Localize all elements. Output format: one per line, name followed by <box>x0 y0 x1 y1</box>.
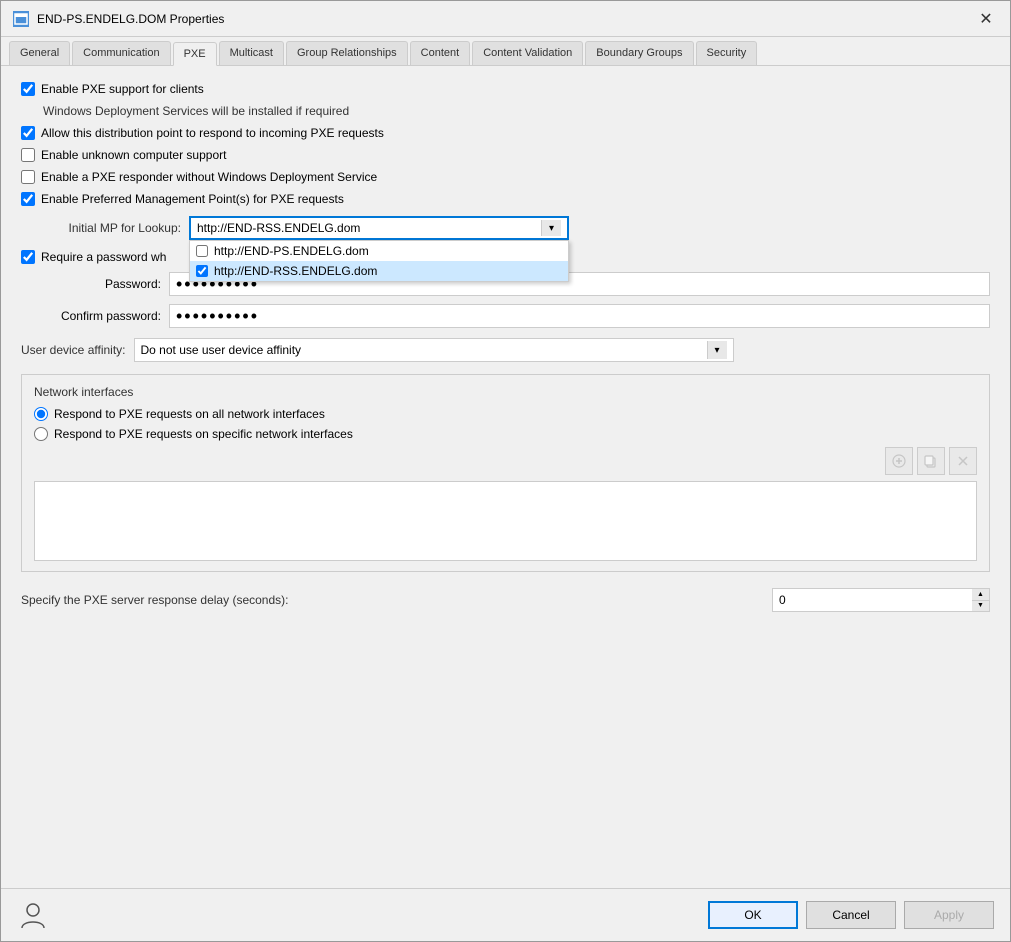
enable-responder-label: Enable a PXE responder without Windows D… <box>41 170 377 184</box>
dropdown-item-1-checkbox[interactable] <box>196 265 208 277</box>
user-affinity-dropdown[interactable]: Do not use user device affinity ▾ <box>134 338 734 362</box>
main-window: END-PS.ENDELG.DOM Properties ✕ General C… <box>0 0 1011 942</box>
footer-buttons: OK Cancel Apply <box>708 901 994 929</box>
radio-specific-interfaces[interactable] <box>34 427 48 441</box>
tab-group-relationships[interactable]: Group Relationships <box>286 41 408 65</box>
radio-specific-label: Respond to PXE requests on specific netw… <box>54 427 353 441</box>
tab-bar: General Communication PXE Multicast Grou… <box>1 37 1010 66</box>
wds-note: Windows Deployment Services will be inst… <box>43 104 990 118</box>
spinner-buttons: ▲ ▼ <box>972 588 990 612</box>
tab-content[interactable]: Content <box>410 41 471 65</box>
network-group-title: Network interfaces <box>34 385 977 399</box>
confirm-password-label: Confirm password: <box>21 309 161 323</box>
network-interfaces-group: Network interfaces Respond to PXE reques… <box>21 374 990 572</box>
close-button[interactable]: ✕ <box>974 7 998 31</box>
initial-mp-value: http://END-RSS.ENDELG.dom <box>197 221 541 235</box>
tab-pxe[interactable]: PXE <box>173 42 217 66</box>
enable-pxe-label: Enable PXE support for clients <box>41 82 204 96</box>
allow-respond-row: Allow this distribution point to respond… <box>21 126 990 140</box>
enable-responder-checkbox[interactable] <box>21 170 35 184</box>
radio-all-row: Respond to PXE requests on all network i… <box>34 407 977 421</box>
delay-input[interactable] <box>772 588 972 612</box>
cancel-button[interactable]: Cancel <box>806 901 896 929</box>
enable-unknown-label: Enable unknown computer support <box>41 148 226 162</box>
allow-respond-checkbox[interactable] <box>21 126 35 140</box>
delay-spinner: ▲ ▼ <box>772 588 990 612</box>
require-password-checkbox[interactable] <box>21 250 35 264</box>
enable-pxe-row: Enable PXE support for clients <box>21 82 990 96</box>
title-bar: END-PS.ENDELG.DOM Properties ✕ <box>1 1 1010 37</box>
confirm-password-row: Confirm password: <box>21 304 990 328</box>
enable-preferred-checkbox[interactable] <box>21 192 35 206</box>
pxe-content: Enable PXE support for clients Windows D… <box>1 66 1010 888</box>
tab-general[interactable]: General <box>9 41 70 65</box>
delay-row: Specify the PXE server response delay (s… <box>21 588 990 612</box>
apply-button[interactable]: Apply <box>904 901 994 929</box>
dropdown-item-0[interactable]: http://END-PS.ENDELG.dom <box>190 241 568 261</box>
user-affinity-arrow-icon[interactable]: ▾ <box>707 341 727 359</box>
tab-communication[interactable]: Communication <box>72 41 170 65</box>
user-affinity-value: Do not use user device affinity <box>141 343 707 357</box>
tab-content-validation[interactable]: Content Validation <box>472 41 583 65</box>
require-password-label: Require a password wh <box>41 250 166 264</box>
user-affinity-row: User device affinity: Do not use user de… <box>21 338 990 362</box>
tab-security[interactable]: Security <box>696 41 758 65</box>
dropdown-item-0-checkbox[interactable] <box>196 245 208 257</box>
add-icon-button[interactable] <box>885 447 913 475</box>
radio-all-label: Respond to PXE requests on all network i… <box>54 407 325 421</box>
enable-unknown-checkbox[interactable] <box>21 148 35 162</box>
confirm-password-input[interactable] <box>169 304 990 328</box>
dropdown-item-1[interactable]: http://END-RSS.ENDELG.dom <box>190 261 568 281</box>
radio-specific-row: Respond to PXE requests on specific netw… <box>34 427 977 441</box>
network-list-box[interactable] <box>34 481 977 561</box>
spinner-up-button[interactable]: ▲ <box>972 589 989 601</box>
delete-icon-button[interactable] <box>949 447 977 475</box>
dropdown-arrow-icon[interactable]: ▾ <box>541 220 561 236</box>
enable-pxe-checkbox[interactable] <box>21 82 35 96</box>
initial-mp-row: Initial MP for Lookup: http://END-RSS.EN… <box>21 216 990 240</box>
title-bar-left: END-PS.ENDELG.DOM Properties <box>13 11 224 27</box>
ok-button[interactable]: OK <box>708 901 798 929</box>
enable-unknown-row: Enable unknown computer support <box>21 148 990 162</box>
enable-responder-row: Enable a PXE responder without Windows D… <box>21 170 990 184</box>
initial-mp-dropdown[interactable]: http://END-RSS.ENDELG.dom ▾ <box>189 216 569 240</box>
initial-mp-label: Initial MP for Lookup: <box>21 221 181 235</box>
footer: OK Cancel Apply <box>1 888 1010 941</box>
tab-boundary-groups[interactable]: Boundary Groups <box>585 41 693 65</box>
tab-multicast[interactable]: Multicast <box>219 41 284 65</box>
user-icon <box>17 899 49 931</box>
password-label: Password: <box>21 277 161 291</box>
initial-mp-dropdown-container: http://END-RSS.ENDELG.dom ▾ http://END-P… <box>189 216 569 240</box>
dropdown-item-0-label: http://END-PS.ENDELG.dom <box>214 244 369 258</box>
network-toolbar <box>34 447 977 475</box>
radio-all-interfaces[interactable] <box>34 407 48 421</box>
footer-left <box>17 899 49 931</box>
window-icon <box>13 11 29 27</box>
enable-preferred-row: Enable Preferred Management Point(s) for… <box>21 192 990 206</box>
enable-preferred-label: Enable Preferred Management Point(s) for… <box>41 192 344 206</box>
copy-icon-button[interactable] <box>917 447 945 475</box>
dropdown-item-1-label: http://END-RSS.ENDELG.dom <box>214 264 377 278</box>
spinner-down-button[interactable]: ▼ <box>972 601 989 612</box>
initial-mp-dropdown-list: http://END-PS.ENDELG.dom http://END-RSS.… <box>189 240 569 282</box>
window-title: END-PS.ENDELG.DOM Properties <box>37 12 224 26</box>
allow-respond-label: Allow this distribution point to respond… <box>41 126 384 140</box>
user-affinity-label: User device affinity: <box>21 343 126 357</box>
delay-label: Specify the PXE server response delay (s… <box>21 593 764 607</box>
